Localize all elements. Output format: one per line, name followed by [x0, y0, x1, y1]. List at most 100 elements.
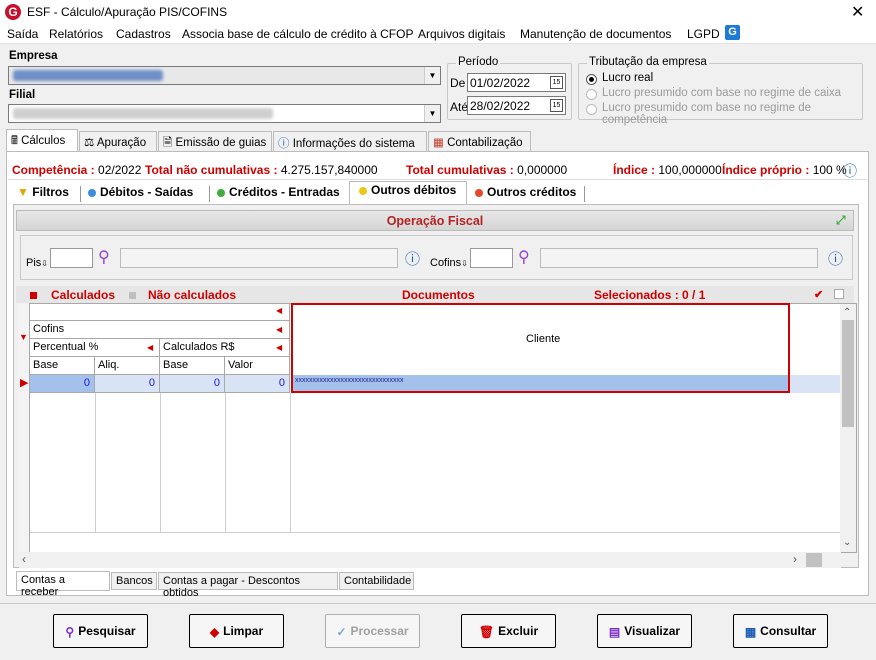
tab-apuracao[interactable]: ⚖ Apuração [79, 131, 157, 151]
tab-contas-receber[interactable]: Contas a receber [16, 571, 110, 598]
tab-outros-debitos-label: Outros débitos [371, 183, 457, 197]
indice-value: 100,000000 [658, 163, 722, 177]
calculados-legend-icon [30, 292, 37, 299]
info-icon: ⓘ [278, 138, 290, 150]
menu-cadastros[interactable]: Cadastros [116, 27, 171, 41]
date-to-value: 28/02/2022 [470, 99, 531, 113]
close-icon[interactable]: ✕ [851, 2, 864, 22]
menu-manutencao[interactable]: Manutenção de documentos [520, 27, 671, 41]
collapse-left-icon[interactable]: ◀ [276, 325, 282, 334]
tab-calculos[interactable]: 🖩 Cálculos [6, 129, 78, 151]
excluir-button[interactable]: 🗑 Excluir [461, 614, 556, 648]
col-aliq[interactable]: Aliq. [95, 357, 160, 375]
documentos-label: Documentos [402, 288, 475, 302]
limpar-button[interactable]: ◆ Limpar [189, 614, 284, 648]
empresa-combo[interactable]: ▼ [8, 66, 441, 85]
tab-emissao-guias[interactable]: 🗎 Emissão de guias [158, 131, 272, 151]
menu-lgpd[interactable]: LGPD [687, 27, 720, 41]
scroll-down-icon[interactable]: ⌄ [843, 537, 851, 548]
pesquisar-button[interactable]: ⚲ Pesquisar [53, 614, 148, 648]
tab-contabilidade[interactable]: Contabilidade [339, 572, 414, 590]
radio-presumido-competencia[interactable] [586, 104, 597, 115]
scroll-right-icon[interactable]: › [793, 552, 797, 566]
tab-contabilizacao[interactable]: ▦ Contabilização [428, 131, 531, 151]
tab-separator [209, 186, 210, 202]
search-icon[interactable]: ⚲ [98, 247, 110, 267]
tab-filtros[interactable]: ▼ Filtros [17, 185, 69, 199]
tab-debitos-saidas[interactable]: Débitos - Saídas [88, 185, 193, 199]
cofins-code-input[interactable] [470, 248, 513, 268]
search-icon[interactable]: ⚲ [518, 247, 530, 267]
scroll-up-icon[interactable]: ⌃ [843, 307, 851, 318]
chevron-down-icon[interactable]: ▼ [424, 105, 440, 122]
radio-presumido-caixa[interactable] [586, 89, 597, 100]
document-icon: 🗎 [163, 137, 173, 149]
col-base[interactable]: Base [30, 357, 95, 375]
info-icon[interactable]: ⓘ [843, 161, 857, 181]
tributacao-title: Tributação da empresa [587, 56, 709, 68]
grid-line [95, 393, 96, 533]
search-icon: ⚲ [65, 624, 75, 639]
collapse-left-icon[interactable]: ◀ [276, 343, 282, 352]
cell-aliq[interactable]: 0 [95, 375, 160, 393]
menu-saida[interactable]: Saída [7, 27, 38, 41]
calendar-icon[interactable]: 15 [550, 99, 563, 112]
periodo-title: Período [456, 56, 501, 68]
scroll-left-icon[interactable]: ‹ [22, 552, 26, 566]
sort-icon: ⇩ [461, 259, 468, 268]
filial-combo[interactable]: ▼ [8, 104, 441, 123]
tab-bancos[interactable]: Bancos [111, 572, 157, 590]
horizontal-scrollbar[interactable] [19, 552, 841, 568]
tab-creditos-entradas[interactable]: Créditos - Entradas [217, 185, 340, 199]
info-icon[interactable]: ⓘ [828, 248, 843, 269]
collapse-left-icon[interactable]: ◀ [276, 306, 282, 315]
collapse-left-icon[interactable]: ◀ [147, 343, 153, 352]
consultar-button[interactable]: ▦ Consultar [733, 614, 828, 648]
horizontal-scroll-thumb[interactable] [806, 553, 822, 567]
divider [0, 603, 876, 604]
calendar-icon: ▦ [433, 137, 444, 149]
date-from-value: 01/02/2022 [470, 76, 531, 90]
menu-arquivos-digitais[interactable]: Arquivos digitais [418, 27, 505, 41]
vertical-scroll-thumb[interactable] [842, 320, 854, 427]
visualizar-button[interactable]: ▤ Visualizar [597, 614, 692, 648]
sort-down-icon: ▼ [19, 332, 28, 342]
col-valor[interactable]: Valor [225, 357, 290, 375]
tab-outros-debitos[interactable]: Outros débitos [359, 183, 456, 197]
excluir-label: Excluir [498, 624, 539, 638]
radio-lucro-real[interactable] [586, 74, 597, 85]
tab-contas-pagar[interactable]: Contas a pagar - Descontos obtidos [158, 572, 338, 599]
competencia-label: Competência : [12, 163, 95, 177]
cell-valor[interactable]: 0 [225, 375, 290, 393]
menu-associa-base[interactable]: Associa base de cálculo de crédito à CFO… [182, 27, 413, 41]
check-icon[interactable]: ✔ [814, 288, 823, 301]
cell-base-calc[interactable]: 0 [160, 375, 225, 393]
tab-calculos-label: Cálculos [21, 135, 66, 147]
tab-informacoes[interactable]: ⓘ Informações do sistema [273, 131, 427, 151]
cell-base[interactable]: 0 [30, 375, 95, 393]
pis-code-input[interactable] [50, 248, 93, 268]
date-from-field[interactable]: 01/02/2022 15 [467, 73, 566, 92]
cofins-label-text: Cofins [430, 257, 462, 269]
date-to-field[interactable]: 28/02/2022 15 [467, 96, 566, 115]
tab-outros-creditos[interactable]: Outros créditos [475, 185, 576, 199]
blue-dot-icon [88, 188, 96, 197]
ate-label: Até [450, 100, 469, 114]
expand-icon[interactable]: ⤢ [836, 213, 846, 228]
processar-label: Processar [350, 624, 409, 638]
chevron-down-icon[interactable]: ▼ [424, 67, 440, 84]
sort-icon: ⇩ [41, 259, 48, 268]
cofins-header: Cofins [30, 321, 290, 339]
lgpd-icon[interactable]: G [725, 25, 740, 40]
processar-button[interactable]: ✓ Processar [325, 614, 420, 648]
select-all-checkbox[interactable] [834, 289, 844, 299]
calendar-icon[interactable]: 15 [550, 76, 563, 89]
cell-cliente[interactable]: xxxxxxxxxxxxxxxxxxxxxxxxxxxxxxx [291, 375, 790, 393]
menu-relatorios[interactable]: Relatórios [49, 27, 103, 41]
summary-indice-proprio: Índice próprio : 100 % [722, 163, 847, 177]
pis-description-field [120, 248, 398, 268]
info-icon[interactable]: ⓘ [405, 248, 420, 269]
grid-line [160, 393, 161, 533]
col-base-calc[interactable]: Base [160, 357, 225, 375]
grid-line [225, 393, 226, 533]
